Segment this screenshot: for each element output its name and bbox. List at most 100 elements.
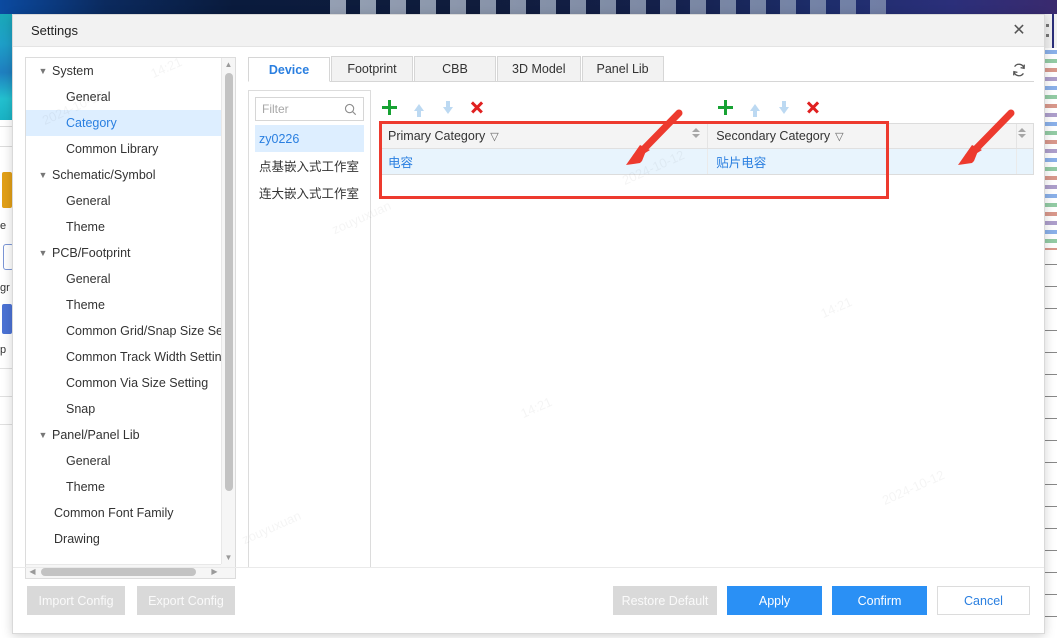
confirm-button[interactable]: Confirm [832,586,927,615]
library-list-panel: Filter zy0226 点基嵌入式工作室 连大嵌入式工作室 [248,90,371,568]
sidebar-item-common-font-family[interactable]: Common Font Family [26,500,221,526]
table-cell[interactable]: 贴片电容 [708,149,1017,174]
sidebar-item-label: Drawing [54,532,100,546]
dialog-title: Settings [31,23,78,38]
category-table: Primary Category ▽ Secondary Category ▽ 电容贴… [379,123,1034,175]
list-item[interactable]: 点基嵌入式工作室 [255,152,364,179]
sidebar-item-label: Common Library [66,142,159,156]
tree-vertical-scrollbar[interactable]: ▲ ▼ [221,58,235,564]
sidebar-item-label: Theme [66,220,105,234]
sidebar-item-label: Schematic/Symbol [52,168,156,182]
table-header-label: Primary Category [388,129,486,143]
delete-icon[interactable] [468,99,485,116]
sidebar-item-label: Panel/Panel Lib [52,428,140,442]
table-cell[interactable]: 电容 [380,149,709,174]
export-config-button[interactable]: Export Config [137,586,235,615]
table-header-label: Secondary Category [716,129,831,143]
settings-tree-panel: ▼ System General Category Common Library ▼ Sch… [25,57,236,579]
sidebar-item-label: Category [66,116,117,130]
filter-icon[interactable]: ▽ [835,130,843,143]
sidebar-item-label: Common Via Size Setting [66,376,209,390]
tab-footprint[interactable]: Footprint [331,56,413,81]
sidebar-item-system[interactable]: ▼ System [26,58,221,84]
sidebar-item-label: Common Grid/Snap Size Se [66,324,221,338]
caret-down-icon[interactable]: ▼ [36,430,50,440]
arrow-down-icon[interactable] [439,99,456,116]
sidebar-item-general[interactable]: General [26,266,221,292]
secondary-category-toolbar [717,97,821,117]
sidebar-item-label: System [52,64,94,78]
sidebar-item-label: General [66,90,111,104]
close-icon[interactable]: ✕ [1006,18,1032,44]
settings-tree-list: ▼ System General Category Common Library ▼ Sch… [26,58,221,564]
tab-3d-model[interactable]: 3D Model [497,56,581,81]
background-left-rail: e gr p [0,14,14,638]
restore-default-button[interactable]: Restore Default [613,586,717,615]
filter-placeholder: Filter [262,102,289,116]
list-item[interactable]: zy0226 [255,125,364,152]
sidebar-item-panel-panel-lib[interactable]: ▼ Panel/Panel Lib [26,422,221,448]
tree-scroll-thumb[interactable] [225,73,233,491]
scroll-up-icon[interactable]: ▲ [222,58,235,71]
dialog-body: ▼ System General Category Common Library ▼ Sch… [13,47,1044,599]
caret-down-icon[interactable]: ▼ [36,170,50,180]
category-content-panel: Device Footprint CBB 3D Model Panel Lib Filt… [248,56,1034,589]
refresh-icon[interactable] [1008,59,1030,81]
sidebar-item-general[interactable]: General [26,188,221,214]
sidebar-item-label: Theme [66,480,105,494]
table-body: 电容 贴片电容 [380,149,1033,174]
caret-down-icon[interactable]: ▼ [36,248,50,258]
add-icon[interactable] [717,99,734,116]
table-cell[interactable] [1017,149,1033,174]
table-header-cell[interactable]: Primary Category ▽ [380,124,709,148]
sidebar-item-category[interactable]: Category [26,110,221,136]
library-list: zy0226 点基嵌入式工作室 连大嵌入式工作室 [255,125,364,206]
delete-icon[interactable] [804,99,821,116]
category-tabs: Device Footprint CBB 3D Model Panel Lib [248,56,1034,82]
tab-device[interactable]: Device [248,57,330,82]
table-header-cell[interactable]: Secondary Category ▽ [708,124,1017,148]
sidebar-item-snap[interactable]: Snap [26,396,221,422]
tab-panel-lib[interactable]: Panel Lib [581,56,664,81]
arrow-up-icon[interactable] [746,99,763,117]
sidebar-item-common-track-width-settin[interactable]: Common Track Width Settin [26,344,221,370]
sidebar-item-label: Theme [66,298,105,312]
search-icon[interactable] [344,103,357,116]
sidebar-item-theme[interactable]: Theme [26,214,221,240]
cancel-button[interactable]: Cancel [937,586,1030,615]
sidebar-item-pcb-footprint[interactable]: ▼ PCB/Footprint [26,240,221,266]
sidebar-item-drawing[interactable]: Drawing [26,526,221,552]
filter-input[interactable]: Filter [255,97,364,121]
table-header-row: Primary Category ▽ Secondary Category ▽ [380,124,1033,149]
sidebar-item-common-library[interactable]: Common Library [26,136,221,162]
import-config-button[interactable]: Import Config [27,586,125,615]
sidebar-item-general[interactable]: General [26,448,221,474]
sidebar-item-label: General [66,272,111,286]
tab-cbb[interactable]: CBB [414,56,496,81]
apply-button[interactable]: Apply [727,586,822,615]
sidebar-item-general[interactable]: General [26,84,221,110]
filter-icon[interactable]: ▽ [490,130,498,143]
sidebar-item-label: Snap [66,402,96,416]
arrow-up-icon[interactable] [410,99,427,117]
primary-category-toolbar [381,97,485,117]
sidebar-item-common-grid-snap-size-se[interactable]: Common Grid/Snap Size Se [26,318,221,344]
sidebar-item-schematic-symbol[interactable]: ▼ Schematic/Symbol [26,162,221,188]
sidebar-item-common-via-size-setting[interactable]: Common Via Size Setting [26,370,221,396]
scroll-down-icon[interactable]: ▼ [222,551,235,564]
sort-icon[interactable] [692,128,701,138]
caret-down-icon[interactable]: ▼ [36,66,50,76]
sidebar-item-label: General [66,194,111,208]
sidebar-item-theme[interactable]: Theme [26,292,221,318]
sidebar-item-label: General [66,454,111,468]
sidebar-item-theme[interactable]: Theme [26,474,221,500]
dialog-titlebar: Settings ✕ [13,15,1044,47]
table-header-cell[interactable] [1017,124,1033,148]
list-item[interactable]: 连大嵌入式工作室 [255,179,364,206]
table-row[interactable]: 电容 贴片电容 [380,149,1033,174]
add-icon[interactable] [381,99,398,116]
settings-dialog: Settings ✕ ▼ System General Category Common … [12,14,1045,634]
arrow-down-icon[interactable] [775,99,792,116]
sidebar-item-label: Common Track Width Settin [66,350,221,364]
sort-icon[interactable] [1018,128,1026,138]
